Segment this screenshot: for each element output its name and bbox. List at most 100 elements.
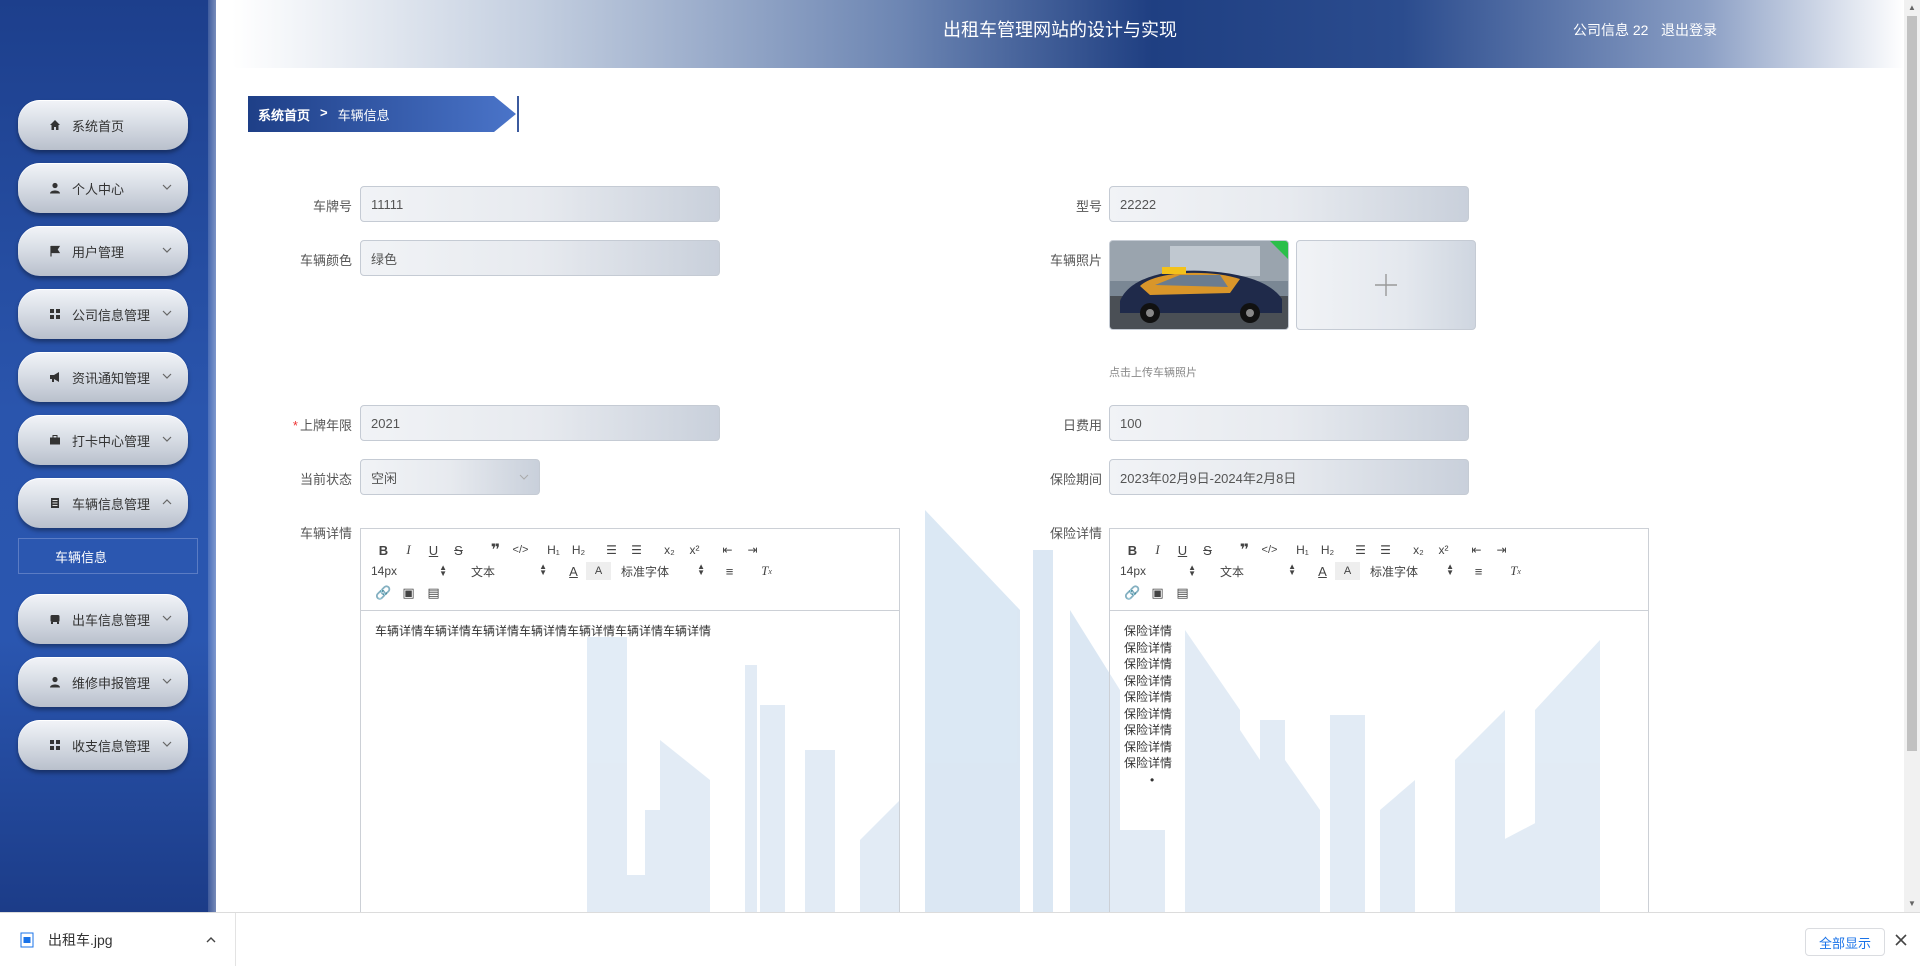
bold-icon[interactable]: B [371,541,396,559]
blockquote-icon[interactable]: ❞ [483,541,508,559]
page-scrollbar[interactable]: ▲ ▼ [1904,0,1920,912]
font-family-select[interactable]: 标准字体 ▲ ▼ [621,562,705,580]
sidebar-subitem-vehicle-info[interactable]: 车辆信息 [18,538,198,574]
italic-icon[interactable]: I [1145,541,1170,559]
outdent-icon[interactable]: ⇤ [715,541,740,559]
heading2-icon[interactable]: H₂ [566,541,591,559]
upload-photo-button[interactable] [1296,240,1476,330]
image-file-icon [20,932,34,948]
background-color-icon[interactable]: A [586,562,611,580]
scroll-up-icon[interactable]: ▲ [1908,4,1916,12]
font-size-select[interactable]: 14px ▲ ▼ [371,564,447,579]
heading1-icon[interactable]: H₁ [1290,541,1315,559]
underline-icon[interactable]: U [1170,541,1195,559]
insurance-period-input[interactable]: 2023年02月9日-2024年2月8日 [1109,459,1469,495]
sidebar-item-news[interactable]: 资讯通知管理 [18,352,188,402]
model-input[interactable]: 22222 [1109,186,1469,222]
insurance-line: 保险详情 [1124,673,1173,688]
sidebar-item-label: 公司信息管理 [72,307,151,323]
insurance-detail-content[interactable]: 保险详情 保险详情 保险详情 保险详情 保险详情 保险详情 保险详情 保险详情 … [1110,611,1648,800]
sidebar-item-checkin[interactable]: 打卡中心管理 [18,415,188,465]
sidebar-item-home[interactable]: 系统首页 [18,100,188,150]
superscript-icon[interactable]: x² [1431,541,1456,559]
superscript-icon[interactable]: x² [682,541,707,559]
download-item[interactable]: 出租车.jpg [0,913,236,966]
video-icon[interactable]: ▤ [421,584,446,602]
status-select[interactable]: 空闲 [360,459,540,495]
plate-input[interactable]: 11111 [360,186,720,222]
code-icon[interactable]: </> [508,541,533,559]
text-type-select[interactable]: 文本 ▲ ▼ [1220,562,1296,580]
sidebar-item-repair[interactable]: 维修申报管理 [18,657,188,707]
heading2-icon[interactable]: H₂ [1315,541,1340,559]
link-icon[interactable]: 🔗 [371,584,396,602]
subscript-icon[interactable]: x₂ [657,541,682,559]
sidebar-item-user-management[interactable]: 用户管理 [18,226,188,276]
chevron-up-icon [162,499,172,505]
ordered-list-icon[interactable]: ☰ [1348,541,1373,559]
indent-icon[interactable]: ⇥ [740,541,765,559]
strikethrough-icon[interactable]: S [1195,541,1220,559]
heading1-icon[interactable]: H₁ [541,541,566,559]
bold-icon[interactable]: B [1120,541,1145,559]
clear-format-icon[interactable]: Tx [1503,562,1528,580]
video-icon[interactable]: ▤ [1170,584,1195,602]
code-icon[interactable]: </> [1257,541,1282,559]
align-icon[interactable]: ≡ [1466,562,1491,580]
model-label: 型号 [1075,199,1102,214]
link-icon[interactable]: 🔗 [1120,584,1145,602]
vehicle-photo-thumbnail[interactable] [1109,240,1289,330]
logout-link[interactable]: 退出登录 [1661,20,1717,40]
daily-fee-input[interactable]: 100 [1109,405,1469,441]
strikethrough-icon[interactable]: S [446,541,471,559]
insurance-line: 保险详情 [1124,723,1173,737]
taxi-image [1110,241,1288,329]
bullet-list-icon[interactable]: ☰ [1373,541,1398,559]
year-input[interactable]: 2021 [360,405,720,441]
status-label: 当前状态 [299,472,352,487]
insurance-line: 保险详情 [1124,706,1173,721]
text-type-select[interactable]: 文本 ▲ ▼ [471,562,547,580]
vehicle-detail-content[interactable]: 车辆详情车辆详情车辆详情车辆详情车辆详情车辆详情车辆详情 [361,611,899,652]
briefcase-icon [48,433,62,447]
sidebar-item-dispatch[interactable]: 出车信息管理 [18,594,188,644]
scrollbar-thumb[interactable] [1907,16,1917,751]
font-size-select[interactable]: 14px ▲ ▼ [1120,564,1196,579]
underline-icon[interactable]: U [421,541,446,559]
sidebar: 系统首页 个人中心 用户管理 公司信息管理 资讯通知管理 打卡中心管理 车辆信息… [0,0,216,912]
outdent-icon[interactable]: ⇤ [1464,541,1489,559]
insurance-line: 保险详情 [1124,624,1173,638]
chevron-down-icon [162,373,172,379]
insurance-period-label: 保险期间 [1049,472,1102,487]
close-icon[interactable] [1894,933,1908,947]
ordered-list-icon[interactable]: ☰ [599,541,624,559]
blockquote-icon[interactable]: ❞ [1232,541,1257,559]
font-family-select[interactable]: 标准字体 ▲ ▼ [1370,562,1454,580]
font-color-icon[interactable]: A [561,562,586,580]
align-icon[interactable]: ≡ [717,562,742,580]
indent-icon[interactable]: ⇥ [1489,541,1514,559]
subscript-icon[interactable]: x₂ [1406,541,1431,559]
breadcrumb-home[interactable]: 系统首页 [258,105,310,124]
clear-format-icon[interactable]: Tx [754,562,779,580]
scroll-down-icon[interactable]: ▼ [1908,900,1916,908]
image-icon[interactable]: ▣ [396,584,421,602]
editor-toolbar: B I U S ❞ </> H₁ H₂ ☰ ☰ x₂ x² ⇤ ⇥ 14px ▲ ▼… [361,529,899,611]
sidebar-item-personal-center[interactable]: 个人中心 [18,163,188,213]
insurance-line: 保险详情 [1124,640,1173,655]
background-color-icon[interactable]: A [1335,562,1360,580]
sidebar-item-company-info[interactable]: 公司信息管理 [18,289,188,339]
insurance-detail-editor[interactable]: B I U S ❞ </> H₁ H₂ ☰ ☰ x₂ x² ⇤ ⇥ 14px ▲ ▼… [1109,528,1649,928]
italic-icon[interactable]: I [396,541,421,559]
vehicle-detail-editor[interactable]: B I U S ❞ </> H₁ H₂ ☰ ☰ x₂ x² ⇤ ⇥ 14px ▲ ▼… [360,528,900,928]
bullet-list-icon[interactable]: ☰ [624,541,649,559]
sidebar-item-vehicle-management[interactable]: 车辆信息管理 [18,478,188,528]
font-color-icon[interactable]: A [1310,562,1335,580]
chevron-up-icon[interactable] [205,934,217,946]
sidebar-item-finance[interactable]: 收支信息管理 [18,720,188,770]
show-all-downloads-button[interactable]: 全部显示 [1805,928,1885,956]
image-icon[interactable]: ▣ [1145,584,1170,602]
color-input[interactable]: 绿色 [360,240,720,276]
home-icon [48,118,62,132]
breadcrumb-separator: > [320,104,328,120]
